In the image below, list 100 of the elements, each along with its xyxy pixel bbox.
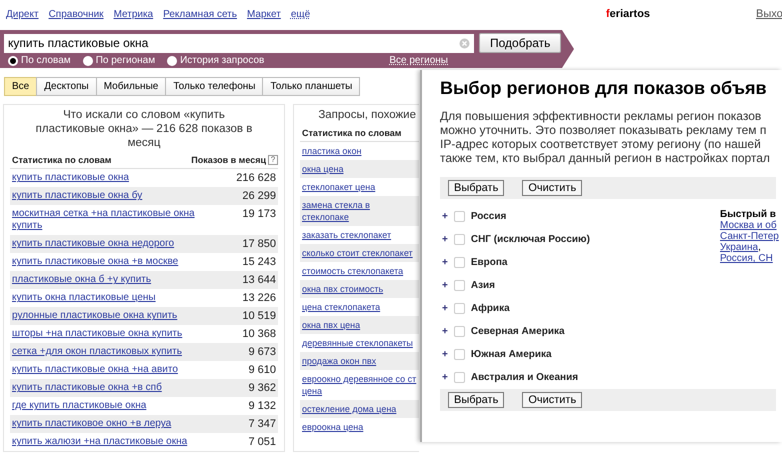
expand-toggle[interactable]: + [442,326,448,337]
keyword-link[interactable]: евроокна цена [302,420,364,433]
region-checkbox[interactable] [454,326,465,337]
nav-link[interactable]: Рекламная сеть [163,8,237,20]
search-field[interactable]: купить пластиковые окна [4,34,474,52]
nav-link[interactable]: Справочник [48,8,104,20]
keyword-link[interactable]: пластика окон [302,144,362,157]
keyword-link[interactable]: купить жалюзи +на пластиковые окна [12,436,188,448]
username-link[interactable]: feriartos [606,8,650,20]
region-name: Австралия и Океания [470,372,578,383]
keyword-link[interactable]: купить окна пластиковые цены [12,292,156,304]
impressions-count: 9 132 [248,400,276,412]
column-header: Статистика по словам [12,155,112,166]
region-link[interactable]: Россия, СН [720,253,773,264]
keyword-link[interactable]: москитная сетка +на пластиковые окна купить [12,208,212,232]
device-tab[interactable]: Мобильные [96,77,166,96]
expand-toggle[interactable]: + [442,234,448,245]
impressions-count: 19 173 [242,208,276,222]
keyword-link[interactable]: шторы +на пластиковые окна купить [12,328,182,340]
keyword-link[interactable]: купить пластиковые окна +на авито [12,364,178,376]
device-tab[interactable]: Только телефоны [165,77,264,96]
expand-toggle[interactable]: + [442,257,448,268]
dialog-button[interactable]: Выбрать [448,392,504,408]
region-name: Южная Америка [470,349,552,360]
column-header: Показов в месяц [191,155,266,166]
impressions-count: 7 051 [248,436,276,448]
keyword-link[interactable]: цена стеклопакета [302,300,380,313]
impressions-count: 9 362 [248,382,276,394]
region-name: Северная Америка [470,326,565,337]
impressions-count: 9 673 [248,346,276,358]
keyword-link[interactable]: где купить пластиковые окна [12,400,146,412]
quick-select-title: Быстрый в [720,209,777,220]
dialog-button[interactable]: Очистить [522,392,582,408]
help-icon[interactable]: ? [268,155,278,166]
impressions-count: 9 610 [248,364,276,376]
region-checkbox[interactable] [454,372,465,383]
region-link[interactable]: Санкт-Петер [720,231,779,242]
nav-link[interactable]: Метрика [114,8,154,20]
expand-toggle[interactable]: + [442,349,448,360]
impressions-count: 10 368 [242,328,276,340]
impressions-count: 7 347 [248,418,276,430]
region-name: Африка [470,303,510,314]
impressions-count: 17 850 [242,238,276,250]
keyword-link[interactable]: купить пластиковые окна +в спб [12,382,162,394]
device-tab[interactable]: Только планшеты [262,77,360,96]
region-name: Россия [470,211,506,222]
region-name: Азия [470,280,496,291]
clear-icon[interactable] [459,38,470,48]
keyword-link[interactable]: стоимость стеклопакета [302,264,404,277]
keyword-link[interactable]: рулонные пластиковые окна купить [12,310,178,322]
keyword-link[interactable]: купить пластиковые окна недорого [12,238,174,250]
keyword-link[interactable]: купить пластиковые окна бу [12,190,142,202]
keyword-link[interactable]: купить пластиковое окно +в леруа [12,418,172,430]
pick-button[interactable]: Подобрать [479,33,562,53]
nav-link[interactable]: Директ [6,8,39,20]
expand-toggle[interactable]: + [442,303,448,314]
mode-radio[interactable]: По словам [8,55,71,66]
keyword-link[interactable]: сетка +для окон пластиковых купить [12,346,182,358]
keyword-link[interactable]: евроокно деревянное со ст цена [302,372,416,397]
region-checkbox[interactable] [454,280,465,291]
device-tab[interactable]: Десктопы [36,77,97,96]
expand-toggle[interactable]: + [442,372,448,383]
column-header: Статистика по словам [302,128,402,138]
separator-text: , [758,242,761,253]
impressions-count: 13 644 [242,274,276,286]
mode-radio[interactable]: По регионам [82,55,156,66]
region-name: Европа [470,257,508,268]
impressions-count: 216 628 [236,172,276,184]
mode-radio[interactable]: История запросов [167,55,264,66]
keyword-link[interactable]: купить пластиковые окна [12,172,129,184]
logout-link[interactable]: Выхо [756,8,782,20]
keyword-link[interactable]: заказать стеклопакет [302,228,392,241]
all-regions-link[interactable]: Все регионы [389,55,448,66]
keyword-link[interactable]: деревянные стеклопакеты [302,336,413,349]
region-link[interactable]: Москва и об [720,220,777,231]
region-link[interactable]: Украина [720,242,758,253]
panel-title: Что искали со словом «купить пластиковые окна» — 216 628 показов в месяц [34,108,254,151]
region-checkbox[interactable] [454,211,465,222]
impressions-count: 10 519 [242,310,276,322]
device-tab[interactable]: Все [4,77,38,96]
keyword-link[interactable]: купить пластиковые окна +в москве [12,256,178,268]
keyword-link[interactable]: пластиковые окна б +у купить [12,274,152,286]
nav-link[interactable]: Маркет [246,8,281,20]
region-name: СНГ (исключая Россию) [470,234,590,245]
region-checkbox[interactable] [454,257,465,268]
nav-link[interactable]: ещё [290,8,310,20]
impressions-count: 13 226 [242,292,276,304]
dialog-description: Для повышения эффективности рекламы регион показов можно уточнить. Это позволяет показывать рекламу тем п IP-адрес которых соответствует этому региону (по нашей также тем, кто выбрал данный регион в настройках портал [440,109,771,165]
dialog-button[interactable]: Очистить [522,180,582,196]
panel-title: Запросы, похожие [317,108,417,123]
expand-toggle[interactable]: + [442,211,448,222]
keyword-link[interactable]: стеклопакет цена [302,180,376,193]
region-checkbox[interactable] [454,234,465,245]
impressions-count: 26 299 [242,190,276,202]
expand-toggle[interactable]: + [442,280,448,291]
region-checkbox[interactable] [454,303,465,314]
impressions-count: 15 243 [242,256,276,268]
dialog-button[interactable]: Выбрать [448,180,504,196]
region-checkbox[interactable] [454,349,465,360]
dialog-title: Выбор регионов для показов объяв [440,78,768,99]
